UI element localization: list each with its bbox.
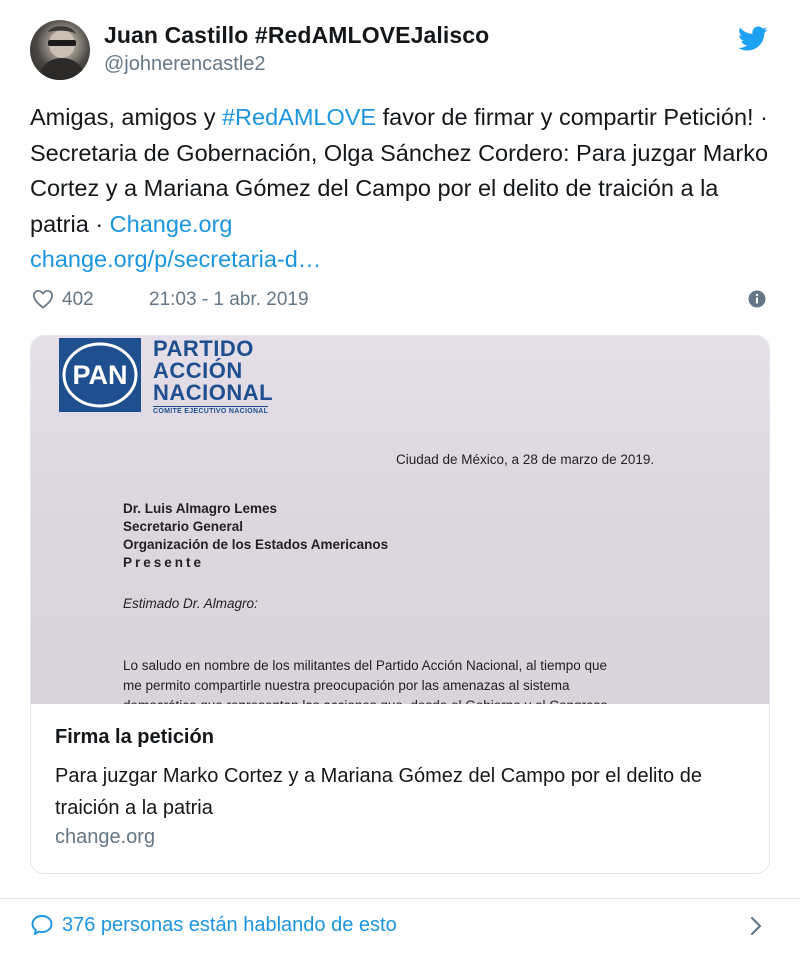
footer-divider [0, 898, 800, 899]
like-count[interactable]: 402 [62, 289, 94, 311]
card-title[interactable]: Firma la petición [55, 726, 214, 749]
avatar[interactable] [30, 20, 90, 80]
letter-body-line-2: me permito compartirle nuestra preocupac… [123, 678, 570, 693]
tweet-text-intro: Amigas, amigos y [30, 104, 222, 130]
chevron-right-icon[interactable] [748, 914, 764, 938]
letter-address: Dr. Luis Almagro Lemes Secretario Genera… [123, 500, 388, 572]
tweet-timestamp[interactable]: 21:03 - 1 abr. 2019 [149, 289, 309, 311]
letter-body-line-3: democrático que representan las acciones… [123, 696, 683, 704]
conversation-link[interactable]: 376 personas están hablando de esto [62, 914, 397, 937]
address-line-4: Presente [123, 555, 205, 570]
tweet-text: Amigas, amigos y #RedAMLOVE favor de fir… [30, 100, 775, 278]
letter-greeting: Estimado Dr. Almagro: [123, 596, 258, 611]
pan-line-2: ACCIÓN [153, 358, 243, 383]
address-line-2: Secretario General [123, 519, 244, 534]
letter-date: Ciudad de México, a 28 de marzo de 2019. [396, 452, 655, 467]
letter-body-line-1: Lo saludo en nombre de los militantes de… [123, 658, 608, 673]
author-display-name[interactable]: Juan Castillo #RedAMLOVEJalisco [104, 22, 489, 49]
twitter-bird-icon[interactable] [738, 26, 768, 52]
pan-logo-wordmark: PARTIDO ACCIÓN NACIONAL [153, 338, 273, 404]
url-link[interactable]: change.org/p/secretaria-d… [30, 246, 321, 272]
pan-line-3: NACIONAL [153, 380, 274, 405]
reply-bubble-icon [31, 915, 53, 935]
pan-logo-text: PAN [72, 360, 127, 390]
tweet-header: Juan Castillo #RedAMLOVEJalisco @johnere… [30, 20, 770, 82]
heart-icon[interactable] [32, 289, 54, 309]
pan-line-1: PARTIDO [153, 336, 254, 361]
pan-logo-subtitle: COMITÉ EJECUTIVO NACIONAL [153, 406, 269, 415]
address-line-1: Dr. Luis Almagro Lemes [123, 501, 278, 516]
link-card[interactable]: PAN PARTIDO ACCIÓN NACIONAL COMITÉ EJECU… [30, 335, 770, 874]
info-icon[interactable] [748, 290, 766, 308]
address-line-3: Organización de los Estados Americanos [123, 537, 389, 552]
card-description[interactable]: Para juzgar Marko Cortez y a Mariana Góm… [55, 760, 745, 824]
card-domain[interactable]: change.org [55, 826, 155, 849]
letter-body: Lo saludo en nombre de los militantes de… [123, 656, 683, 704]
tweet-meta: 402 21:03 - 1 abr. 2019 [30, 287, 770, 313]
conversation-footer[interactable]: 376 personas están hablando de esto [30, 912, 770, 942]
hashtag-link[interactable]: #RedAMLOVE [222, 104, 376, 130]
card-image-letter[interactable]: PAN PARTIDO ACCIÓN NACIONAL COMITÉ EJECU… [31, 336, 769, 704]
author-handle[interactable]: @johnerencastle2 [104, 53, 266, 76]
pan-logo-mark: PAN [59, 338, 141, 412]
site-link[interactable]: Change.org [110, 211, 233, 237]
